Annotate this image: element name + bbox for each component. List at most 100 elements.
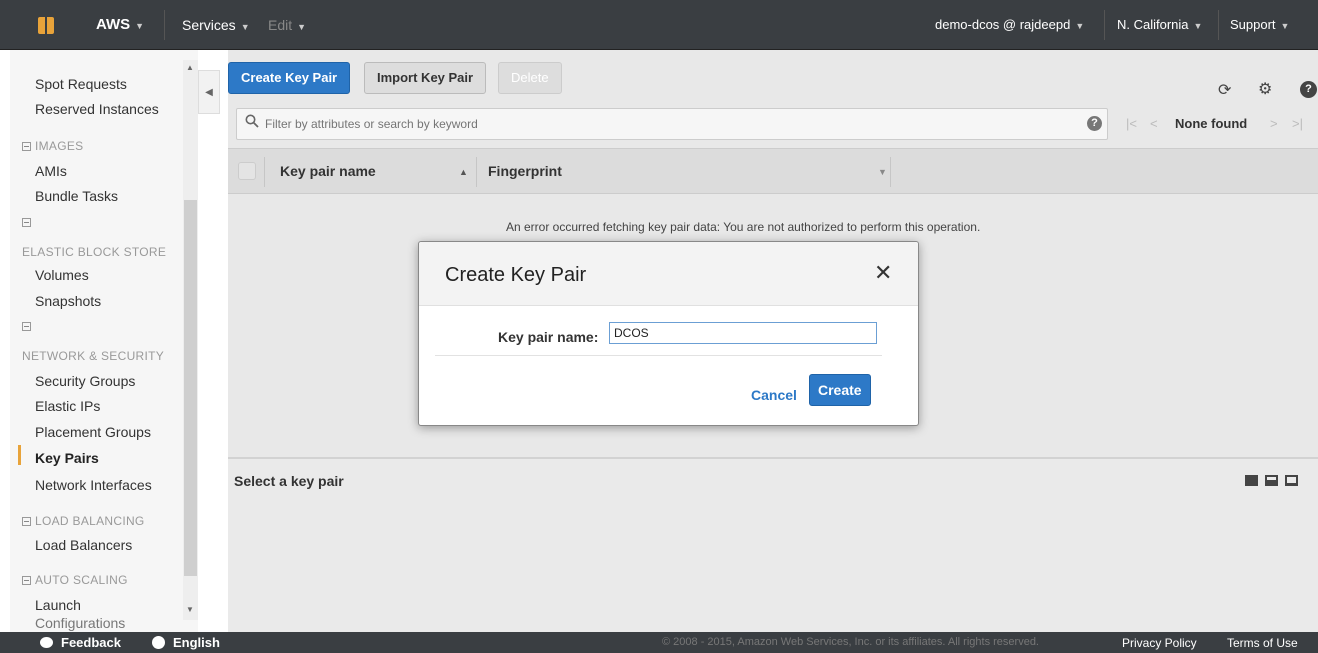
column-header-fingerprint[interactable]: Fingerprint <box>488 163 562 179</box>
sidebar-section-network[interactable]: NETWORK & SECURITY <box>22 349 164 363</box>
sidebar-item-spot-requests[interactable]: Spot Requests <box>35 76 127 92</box>
account-menu[interactable]: demo-dcos @ rajdeepd ▼ <box>935 0 1084 50</box>
language-label: English <box>173 635 220 650</box>
collapse-icon[interactable] <box>22 322 31 331</box>
collapse-icon <box>22 576 31 585</box>
sort-asc-icon[interactable]: ▲ <box>459 167 468 177</box>
column-divider <box>476 157 477 187</box>
section-label: IMAGES <box>35 139 84 153</box>
layout-bottom-icon[interactable] <box>1245 475 1258 486</box>
copyright-text: © 2008 - 2015, Amazon Web Services, Inc.… <box>662 636 1039 648</box>
last-page-icon[interactable]: >| <box>1292 116 1303 131</box>
privacy-policy-link[interactable]: Privacy Policy <box>1122 636 1197 650</box>
sidebar: Spot Requests Reserved Instances IMAGES … <box>10 50 198 632</box>
help-icon[interactable]: ? <box>1300 81 1317 98</box>
dialog-title: Create Key Pair <box>445 264 587 286</box>
chevron-down-icon: ▼ <box>240 22 250 32</box>
divider <box>1218 10 1219 40</box>
column-header-key-pair-name[interactable]: Key pair name <box>280 163 376 179</box>
edit-menu-label: Edit <box>268 17 293 33</box>
create-button[interactable]: Create <box>809 374 871 406</box>
details-pane: Select a key pair <box>228 459 1318 632</box>
feedback-label: Feedback <box>61 635 121 650</box>
sidebar-scroll-thumb[interactable] <box>184 200 197 576</box>
chevron-down-icon: ▼ <box>135 21 145 31</box>
globe-icon <box>152 636 165 649</box>
select-all-checkbox[interactable] <box>238 162 256 180</box>
sidebar-item-network-interfaces[interactable]: Network Interfaces <box>35 477 152 493</box>
sidebar-section-ebs[interactable]: ELASTIC BLOCK STORE <box>22 245 166 259</box>
chevron-down-icon: ▼ <box>1280 21 1290 31</box>
create-key-pair-dialog: Create Key Pair ✕ Key pair name: Cancel … <box>418 241 919 426</box>
feedback-link[interactable]: Feedback <box>40 635 121 650</box>
sidebar-item-amis[interactable]: AMIs <box>35 163 67 179</box>
footer: Feedback English © 2008 - 2015, Amazon W… <box>0 632 1318 653</box>
search-input[interactable] <box>265 113 1065 135</box>
close-icon[interactable]: ✕ <box>874 262 892 284</box>
sidebar-section-load-balancing[interactable]: LOAD BALANCING <box>22 514 145 528</box>
divider <box>435 355 882 356</box>
collapse-icon <box>22 517 31 526</box>
column-divider <box>264 157 265 187</box>
sidebar-item-reserved-instances[interactable]: Reserved Instances <box>35 101 159 117</box>
edit-menu[interactable]: Edit ▼ <box>268 0 306 50</box>
first-page-icon[interactable]: |< <box>1126 116 1137 131</box>
search-help-icon[interactable]: ? <box>1087 116 1102 131</box>
table-header: Key pair name ▲ Fingerprint ▼ <box>228 148 1318 194</box>
aws-menu[interactable]: AWS ▼ <box>96 0 144 50</box>
sidebar-item-snapshots[interactable]: Snapshots <box>35 293 101 309</box>
support-menu-label: Support <box>1230 17 1276 32</box>
collapse-sidebar-button[interactable]: ◀ <box>198 70 220 114</box>
services-menu-label: Services <box>182 17 236 33</box>
section-label: LOAD BALANCING <box>35 514 145 528</box>
key-pair-name-input[interactable] <box>609 322 877 344</box>
sidebar-section-auto-scaling[interactable]: AUTO SCALING <box>22 573 128 587</box>
sidebar-item-configurations[interactable]: Configurations <box>35 615 125 631</box>
sidebar-item-security-groups[interactable]: Security Groups <box>35 373 135 389</box>
account-menu-label: demo-dcos @ rajdeepd <box>935 17 1071 32</box>
error-message: An error occurred fetching key pair data… <box>506 220 981 234</box>
refresh-icon[interactable]: ⟳ <box>1218 80 1231 100</box>
sidebar-item-launch[interactable]: Launch <box>35 597 81 613</box>
language-selector[interactable]: English <box>152 635 220 650</box>
sidebar-item-volumes[interactable]: Volumes <box>35 267 89 283</box>
region-menu-label: N. California <box>1117 17 1189 32</box>
layout-hidden-icon[interactable] <box>1285 475 1298 486</box>
support-menu[interactable]: Support ▼ <box>1230 0 1289 50</box>
next-page-icon[interactable]: > <box>1270 116 1278 131</box>
column-divider <box>890 157 891 187</box>
sort-icon[interactable]: ▼ <box>878 167 887 177</box>
import-key-pair-button[interactable]: Import Key Pair <box>364 62 487 94</box>
aws-menu-label: AWS <box>96 16 131 33</box>
section-label: AUTO SCALING <box>35 573 128 587</box>
delete-button[interactable]: Delete <box>498 62 562 94</box>
prev-page-icon[interactable]: < <box>1150 116 1158 131</box>
sidebar-item-key-pairs[interactable]: Key Pairs <box>35 450 99 466</box>
chevron-down-icon: ▼ <box>1193 21 1203 31</box>
scroll-down-icon[interactable]: ▼ <box>186 605 194 614</box>
search-icon <box>245 114 259 128</box>
gear-icon[interactable]: ⚙ <box>1258 79 1272 99</box>
details-pane-title: Select a key pair <box>234 473 344 489</box>
region-menu[interactable]: N. California ▼ <box>1117 0 1202 50</box>
collapse-icon <box>22 142 31 151</box>
dialog-header: Create Key Pair ✕ <box>419 242 918 306</box>
speech-bubble-icon <box>40 637 53 648</box>
aws-cube-icon[interactable] <box>38 17 54 34</box>
services-menu[interactable]: Services ▼ <box>182 0 250 50</box>
sidebar-item-elastic-ips[interactable]: Elastic IPs <box>35 398 100 414</box>
top-nav-bar: AWS ▼ Services ▼ Edit ▼ demo-dcos @ rajdeep… <box>0 0 1318 50</box>
collapse-icon[interactable] <box>22 218 31 227</box>
create-key-pair-button[interactable]: Create Key Pair <box>228 62 351 94</box>
sidebar-item-load-balancers[interactable]: Load Balancers <box>35 537 132 553</box>
chevron-down-icon: ▼ <box>1075 21 1085 31</box>
sidebar-section-images[interactable]: IMAGES <box>22 139 83 153</box>
sidebar-item-placement-groups[interactable]: Placement Groups <box>35 424 151 440</box>
scroll-up-icon[interactable]: ▲ <box>186 63 194 72</box>
terms-of-use-link[interactable]: Terms of Use <box>1227 636 1298 650</box>
layout-half-icon[interactable] <box>1265 475 1278 486</box>
search-bar: ? <box>236 108 1108 140</box>
active-indicator <box>18 445 21 465</box>
sidebar-item-bundle-tasks[interactable]: Bundle Tasks <box>35 188 118 204</box>
cancel-button[interactable]: Cancel <box>751 387 797 403</box>
